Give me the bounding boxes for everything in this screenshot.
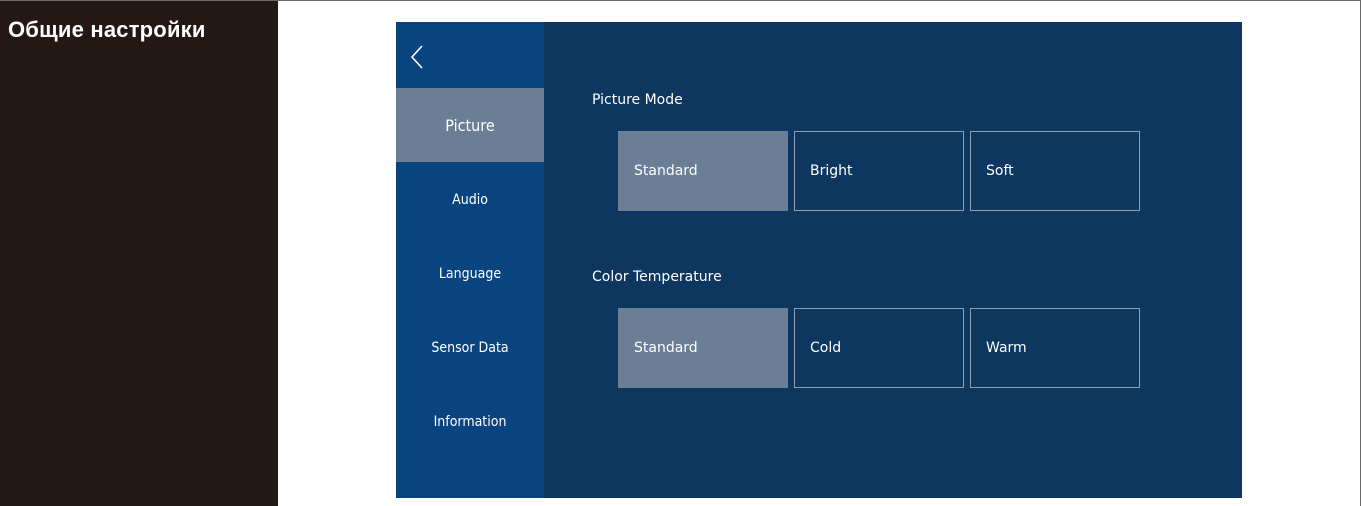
sidebar-item-sensor-data[interactable]: Sensor Data [396,328,544,368]
option-label: Cold [810,340,842,356]
sidebar-item-label: Picture [445,115,495,135]
sidebar-item-label: Sensor Data [431,340,509,356]
sidebar-item-label: Language [438,266,502,282]
sidebar-item-audio[interactable]: Audio [396,180,544,220]
sidebar-item-label: Audio [452,192,488,208]
color-temperature-warm-button[interactable]: Warm [970,308,1140,388]
picture-mode-standard-button[interactable]: Standard [618,131,788,211]
back-button[interactable] [406,42,428,72]
sidebar-item-picture[interactable]: Picture [396,88,544,162]
color-temperature-label: Color Temperature [592,269,722,285]
picture-mode-label: Picture Mode [592,92,683,108]
option-label: Standard [634,163,698,179]
color-temperature-cold-button[interactable]: Cold [794,308,964,388]
picture-mode-soft-button[interactable]: Soft [970,131,1140,211]
settings-screen: Picture Audio Language Sensor Data Infor… [396,22,1242,498]
option-label: Standard [634,340,698,356]
sidebar-item-label: Information [433,414,507,430]
page: Общие настройки Picture Audio Language S… [0,0,1361,506]
sidebar-item-information[interactable]: Information [396,402,544,442]
left-panel: Общие настройки [0,1,278,506]
picture-mode-bright-button[interactable]: Bright [794,131,964,211]
option-label: Bright [810,163,853,179]
color-temperature-standard-button[interactable]: Standard [618,308,788,388]
chevron-left-icon [410,45,423,69]
sidebar-item-language[interactable]: Language [396,254,544,294]
settings-sidebar: Picture Audio Language Sensor Data Infor… [396,22,544,498]
option-label: Soft [986,163,1014,179]
option-label: Warm [986,340,1027,356]
section-heading: Общие настройки [8,17,206,42]
